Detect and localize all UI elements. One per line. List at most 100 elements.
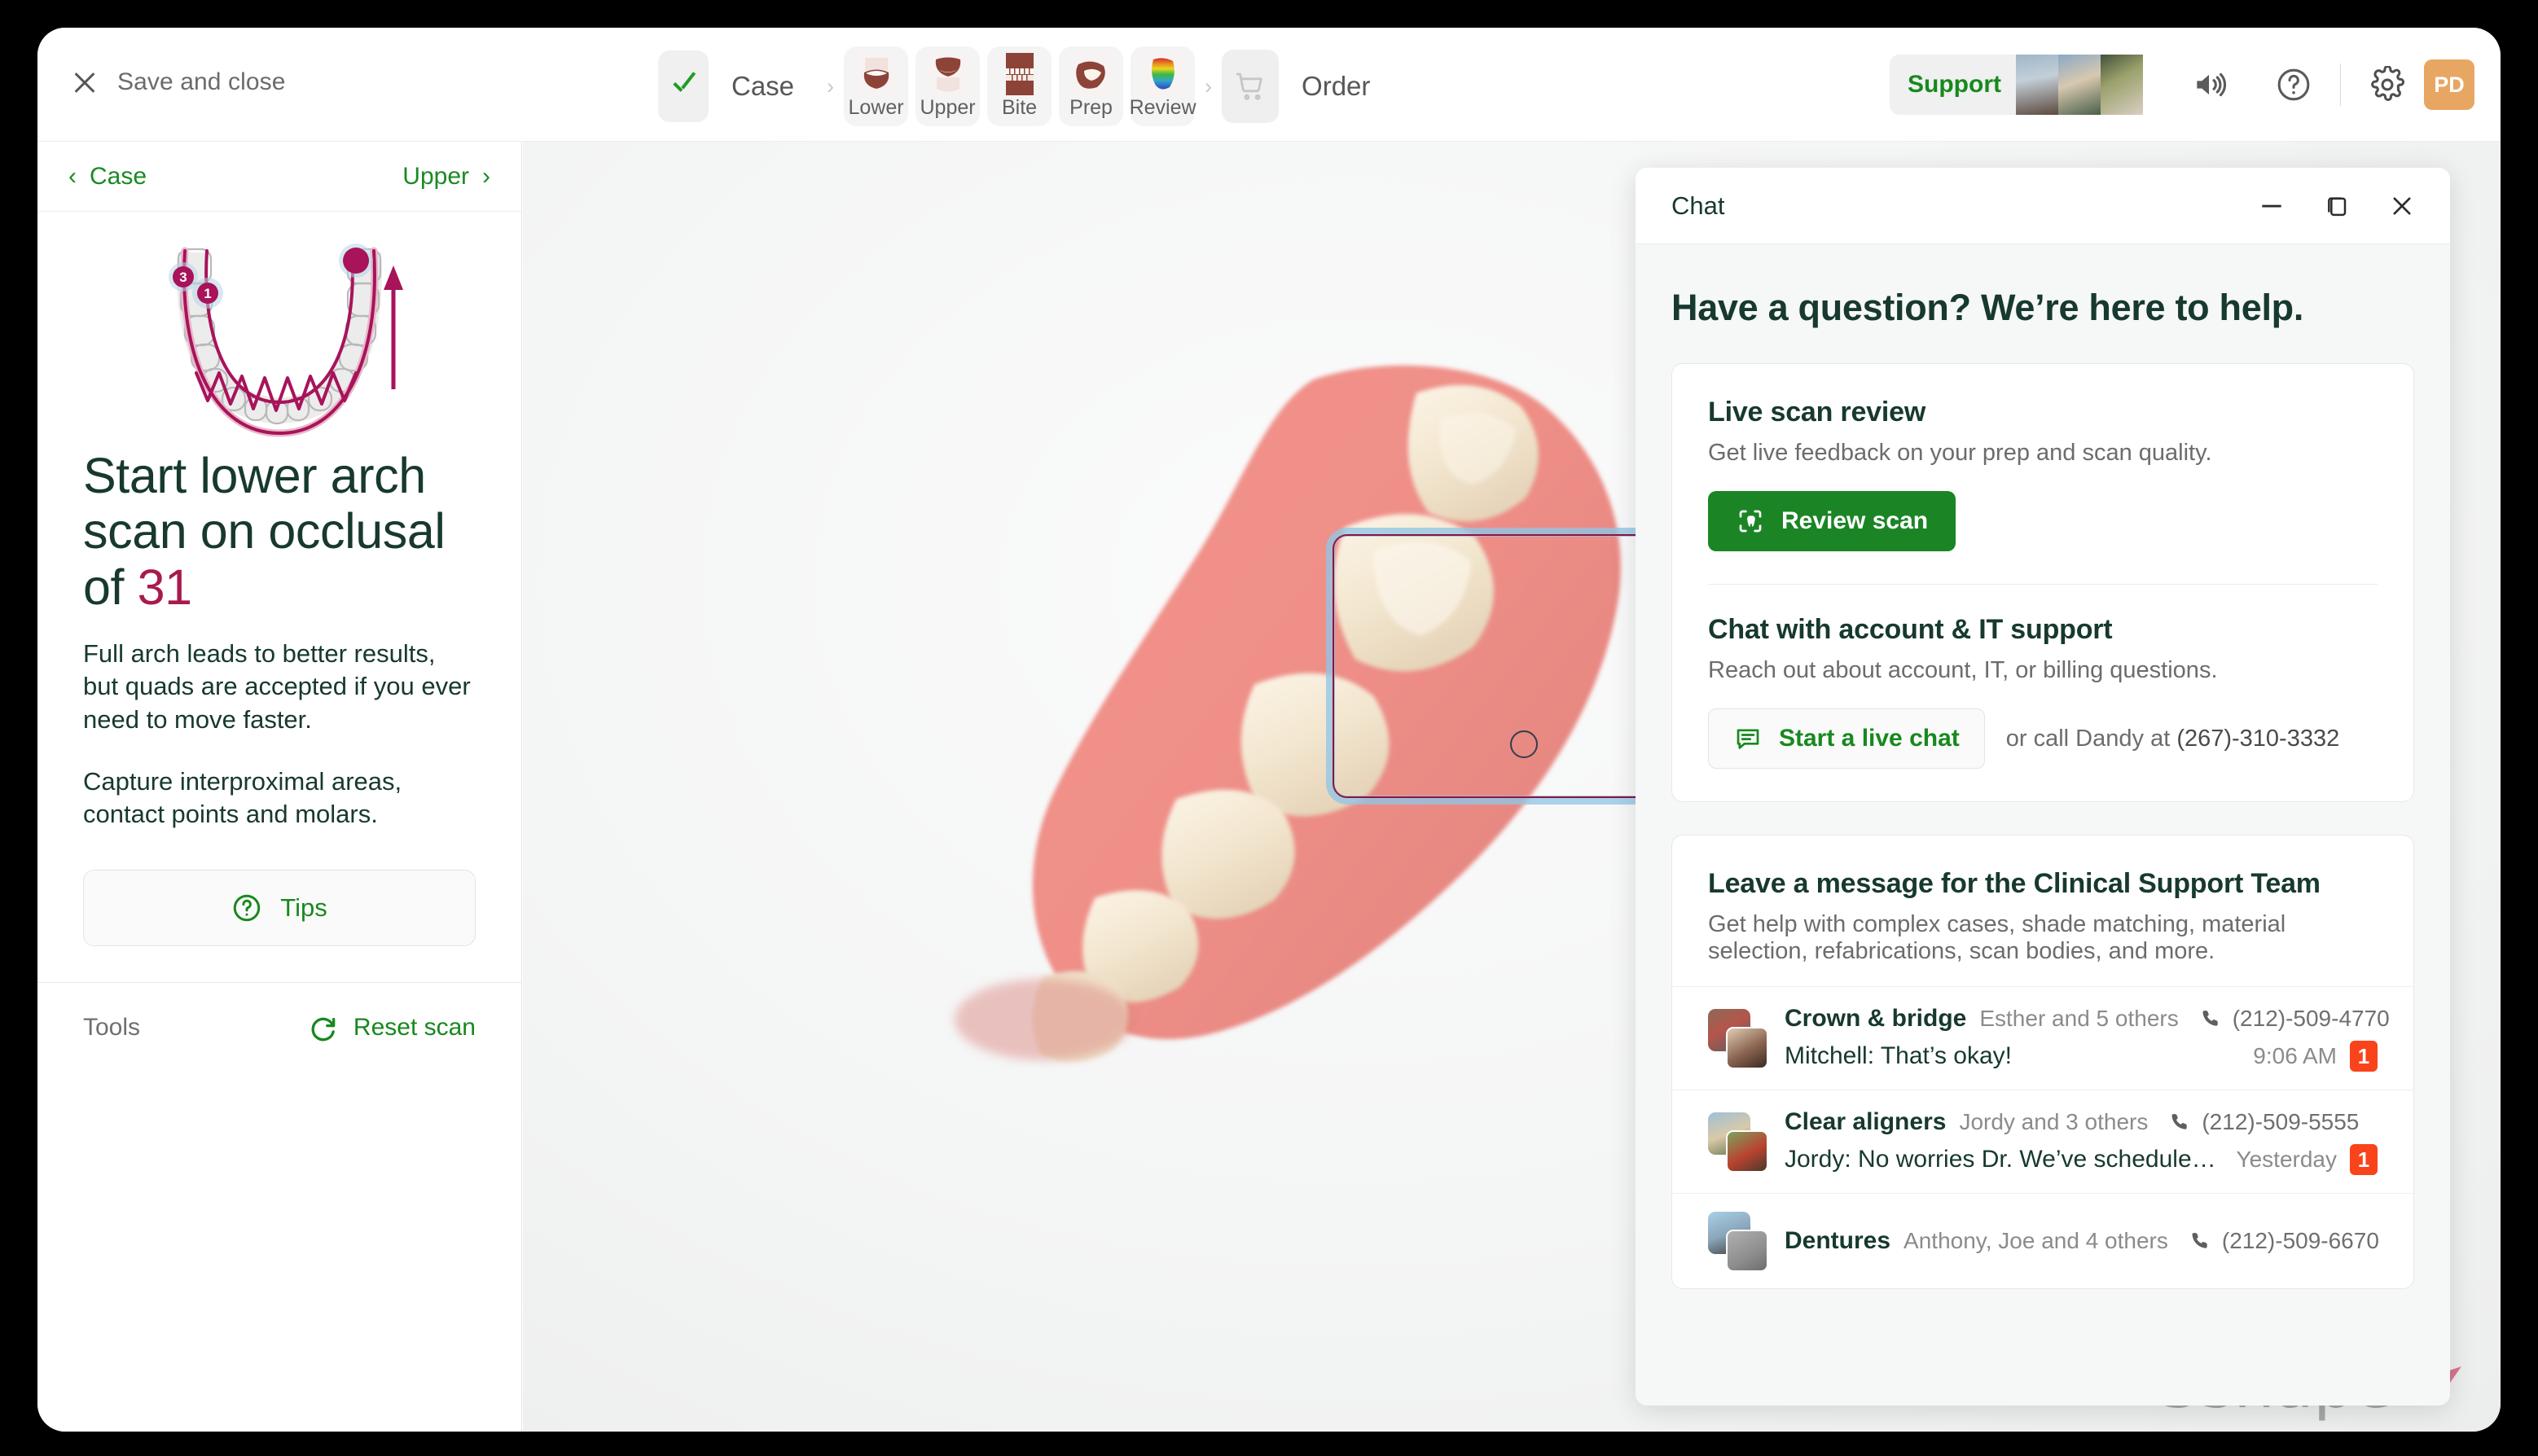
support-options-card: Live scan review Get live feedback on yo… (1671, 363, 2414, 802)
tab-lower[interactable]: Lower (844, 46, 909, 126)
tab-review-label: Review (1129, 96, 1197, 119)
conversation-preview-row: Mitchell: That’s okay! 9:06 AM 1 (1785, 1041, 2378, 1072)
call-number[interactable]: (267)-310-3332 (2176, 726, 2339, 752)
top-bar-right-cluster: Support PD (1890, 54, 2474, 116)
tab-bite-label: Bite (1002, 96, 1038, 119)
scan-frame-inner (1333, 534, 1662, 798)
conversation-content: Crown & bridge Esther and 5 others (212)… (1785, 1005, 2390, 1072)
arch-marker-3-label: 3 (179, 270, 187, 285)
start-live-chat-button[interactable]: Start a live chat (1708, 708, 1985, 769)
chevron-right-icon: › (827, 73, 835, 99)
unread-badge: 1 (2350, 1041, 2378, 1072)
lower-arch-thumb-icon (854, 53, 898, 95)
chat-bubble-icon (1737, 729, 1759, 749)
arch-marker-end (343, 248, 369, 274)
save-and-close-label: Save and close (117, 68, 286, 95)
chevron-right-icon-2: › (1205, 73, 1213, 99)
chevron-right-icon-3: › (482, 162, 490, 190)
list-item[interactable]: Clear aligners Jordy and 3 others (212)-… (1672, 1090, 2413, 1193)
clinical-support-card: Leave a message for the Clinical Support… (1671, 835, 2414, 1289)
user-initials: PD (2434, 72, 2465, 97)
support-button[interactable]: Support (1890, 55, 2143, 115)
bite-thumb-icon (999, 53, 1041, 95)
avatar (1726, 1027, 1768, 1069)
chat-panel: Chat Have a question? We’re here to help… (1636, 168, 2450, 1406)
minimize-icon (2262, 204, 2281, 207)
review-scan-label: Review scan (1781, 507, 1929, 534)
it-support-title: Chat with account & IT support (1708, 614, 2113, 645)
review-scan-button[interactable]: Review scan (1708, 491, 1956, 551)
step-order-label[interactable]: Order (1302, 71, 1370, 102)
tab-upper[interactable]: Upper (916, 46, 981, 126)
scan-tooth-icon (1739, 510, 1762, 533)
conversation-snippet: Jordy: No worries Dr. We’ve scheduled… (1785, 1146, 2222, 1173)
sidebar-nav-back[interactable]: ‹ Case (68, 163, 147, 191)
chat-hero-heading: Have a question? We’re here to help. (1671, 287, 2304, 328)
sidebar-nav: ‹ Case Upper › (37, 142, 521, 212)
list-item[interactable]: Crown & bridge Esther and 5 others (212)… (1672, 986, 2413, 1090)
help-circle-icon (2277, 68, 2310, 101)
call-note-prefix: or call Dandy at (2005, 725, 2177, 752)
minimize-button[interactable] (2253, 187, 2290, 225)
conversation-time: 9:06 AM (2253, 1043, 2337, 1068)
start-live-chat-label: Start a live chat (1779, 725, 1960, 752)
step-case-label[interactable]: Case (731, 71, 794, 102)
tab-review[interactable]: Review (1129, 46, 1197, 126)
conversation-phone[interactable]: (212)-509-5555 (2202, 1109, 2359, 1135)
call-note: or call Dandy at (267)-310-3332 (2006, 726, 2339, 752)
conversation-title: Dentures (1785, 1227, 1891, 1254)
reset-scan-button[interactable]: Reset scan (308, 1012, 476, 1043)
settings-button[interactable] (2356, 53, 2419, 116)
gear-icon (2371, 66, 2405, 102)
conversation-meta: Yesterday 1 (2237, 1144, 2378, 1175)
instruction-paragraph-2: Capture interproximal areas, contact poi… (83, 766, 402, 829)
sidebar: ‹ Case Upper › 3 1 Start lower arch scan… (37, 142, 522, 1432)
phone-icon (2202, 1011, 2218, 1026)
conversation-content: Dentures Anthony, Joe and 4 others (212)… (1785, 1227, 2379, 1255)
clinical-support-subtitle: Get help with complex cases, shade match… (1708, 911, 2286, 964)
conversation-phone[interactable]: (212)-509-6670 (2222, 1228, 2379, 1254)
speaker-icon (2197, 72, 2227, 97)
popout-window-icon (2328, 196, 2347, 216)
scan-instructions: Start lower arch scan on occlusal of 31 … (37, 448, 521, 831)
arch-scan-path-svg: 3 1 (169, 243, 403, 437)
vertical-divider (2340, 64, 2341, 106)
sidebar-nav-next[interactable]: Upper › (402, 163, 490, 191)
tips-button[interactable]: Tips (83, 870, 476, 947)
it-support-subtitle: Reach out about account, IT, or billing … (1708, 657, 2218, 683)
help-circle-icon-tips (234, 895, 261, 922)
conversation-header: Dentures Anthony, Joe and 4 others (212)… (1785, 1227, 2379, 1255)
conversation-list: Crown & bridge Esther and 5 others (212)… (1672, 986, 2413, 1288)
tools-row: Tools Reset scan (37, 982, 521, 1072)
sound-button[interactable] (2177, 53, 2241, 116)
lower-arch-diagram: 3 1 (37, 212, 521, 448)
refresh-icon (311, 1017, 336, 1042)
sidebar-nav-back-label: Case (90, 162, 147, 190)
clinical-support-title: Leave a message for the Clinical Support… (1708, 868, 2321, 899)
chat-panel-body[interactable]: Have a question? We’re here to help. Liv… (1636, 244, 2450, 1406)
close-chat-button[interactable] (2383, 187, 2421, 225)
chat-window-controls (2253, 187, 2421, 225)
tab-bite[interactable]: Bite (987, 46, 1052, 126)
avatar-stack (1708, 1112, 1768, 1173)
conversation-meta: 9:06 AM 1 (2253, 1041, 2378, 1072)
conversation-phone[interactable]: (212)-509-4770 (2233, 1006, 2390, 1032)
avatar (2101, 55, 2143, 115)
arch-marker-1-label: 1 (204, 286, 211, 301)
reset-scan-label: Reset scan (353, 1013, 476, 1041)
save-and-close-button[interactable]: Save and close (72, 68, 286, 96)
application-window: Save and close Case › Lower Upper Bite P… (37, 28, 2501, 1432)
sidebar-nav-next-label: Upper (402, 162, 469, 190)
avatar (1726, 1230, 1768, 1272)
order-cart-chip[interactable] (1222, 50, 1280, 123)
help-button[interactable] (2262, 53, 2325, 116)
tools-label: Tools (83, 1013, 141, 1041)
avatar (2058, 55, 2101, 115)
tab-prep[interactable]: Prep (1059, 46, 1124, 126)
conversation-participants: Anthony, Joe and 4 others (1904, 1228, 2168, 1253)
case-check-chip[interactable] (658, 50, 709, 122)
list-item[interactable]: Dentures Anthony, Joe and 4 others (212)… (1672, 1193, 2413, 1288)
user-avatar[interactable]: PD (2424, 59, 2474, 110)
popout-button[interactable] (2318, 187, 2356, 225)
review-color-map-thumb-icon (1141, 53, 1184, 95)
